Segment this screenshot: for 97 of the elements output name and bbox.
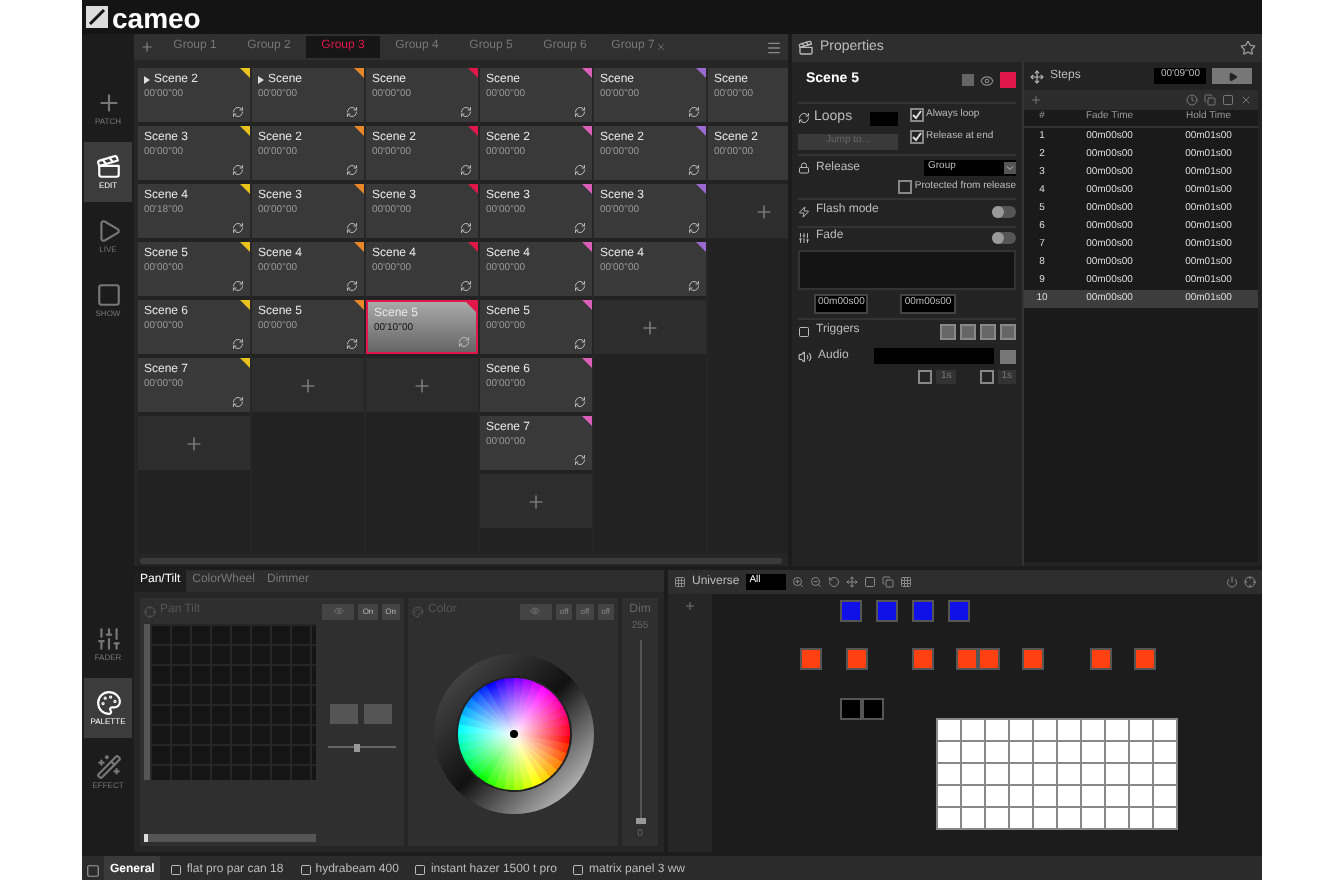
fade-icon: [798, 231, 810, 243]
fixture-square[interactable]: [862, 698, 884, 720]
plus-icon[interactable]: [298, 375, 318, 395]
checkbox[interactable]: [910, 108, 924, 123]
loop-icon: [232, 338, 244, 350]
slider-thumb[interactable]: [354, 743, 361, 751]
loop-icon: [232, 164, 244, 176]
loop-icon: [460, 164, 472, 176]
loop-icon: [688, 280, 700, 292]
eye-icon[interactable]: [530, 606, 541, 616]
star-icon[interactable]: [1240, 40, 1256, 56]
play-button[interactable]: [1212, 68, 1252, 84]
steps-icon: [1030, 69, 1044, 83]
color-swatch[interactable]: [1000, 72, 1016, 88]
browse-button[interactable]: [1000, 349, 1016, 363]
checkbox[interactable]: [910, 129, 924, 144]
plus-icon[interactable]: [754, 201, 774, 221]
fixture-square[interactable]: [912, 648, 934, 670]
loops-field[interactable]: [870, 111, 898, 126]
nav-icon[interactable]: [95, 154, 121, 180]
clock-icon[interactable]: [1186, 94, 1198, 106]
loop-icon: [346, 164, 358, 176]
zoom-out-icon[interactable]: [809, 576, 822, 588]
properties-icon: [798, 40, 814, 56]
matrix-panel-drawing[interactable]: [936, 718, 1178, 830]
fixture-square[interactable]: [840, 698, 862, 720]
loop-icon: [574, 280, 586, 292]
loop-icon: [346, 338, 358, 350]
fixture-square[interactable]: [846, 648, 868, 670]
loop-icon: [460, 222, 472, 234]
play-icon[interactable]: [1227, 71, 1237, 81]
eye-dropdown[interactable]: [519, 603, 552, 619]
fixture-square[interactable]: [800, 648, 822, 670]
fixture-square[interactable]: [978, 648, 1000, 670]
move-icon[interactable]: [845, 576, 858, 588]
loop-icon: [346, 280, 358, 292]
flash-icon: [798, 205, 810, 217]
fixture-square[interactable]: [1022, 648, 1044, 670]
loop-icon: [574, 454, 586, 466]
loop-icon: [574, 338, 586, 350]
loop-icon: [688, 164, 700, 176]
add-step-icon[interactable]: [1030, 94, 1042, 106]
loop-icon: [232, 106, 244, 118]
loop-icon: [346, 222, 358, 234]
color-icon: [412, 605, 424, 617]
loop-icon: [798, 112, 810, 125]
plus-icon[interactable]: [526, 491, 546, 511]
loop-icon: [574, 396, 586, 408]
chevron-icon[interactable]: [1004, 162, 1016, 174]
add-icon[interactable]: [684, 600, 696, 612]
plus-icon[interactable]: [184, 433, 204, 453]
loop-icon: [688, 106, 700, 118]
plus-icon[interactable]: [640, 317, 660, 337]
rotate-icon[interactable]: [827, 576, 840, 588]
fixture-square[interactable]: [1090, 648, 1112, 670]
audio-field[interactable]: [874, 348, 994, 364]
loop-icon: [232, 396, 244, 408]
checkbox[interactable]: [979, 369, 994, 384]
loop-icon: [460, 280, 472, 292]
audio-icon: [798, 349, 812, 363]
color-wheel-drawing[interactable]: [431, 651, 595, 815]
zoom-in-icon[interactable]: [791, 576, 804, 588]
pan-tilt-icon: [144, 605, 156, 617]
fixture-square[interactable]: [1134, 648, 1156, 670]
delete-icon[interactable]: [1240, 94, 1252, 106]
checkbox[interactable]: [918, 369, 933, 384]
loop-icon: [574, 164, 586, 176]
slider-thumb[interactable]: [635, 817, 645, 823]
plus-icon[interactable]: [412, 375, 432, 395]
eye-icon[interactable]: [980, 73, 994, 87]
power-icon[interactable]: [1226, 576, 1238, 588]
loop-icon: [688, 222, 700, 234]
pan-tilt-pad[interactable]: [144, 624, 316, 780]
eye-dropdown[interactable]: [322, 603, 355, 619]
loop-icon: [458, 336, 470, 348]
loop-icon: [574, 222, 586, 234]
logo-text: cameo: [112, 3, 201, 31]
loop-icon: [232, 280, 244, 292]
universe-icon: [674, 576, 686, 588]
checkbox[interactable]: [898, 179, 913, 194]
toggle-switch[interactable]: [992, 205, 1016, 217]
grid-icon[interactable]: [899, 576, 912, 588]
release-icon: [798, 162, 810, 174]
loop-icon: [460, 106, 472, 118]
plus-icon[interactable]: [139, 40, 153, 54]
loop-icon: [232, 222, 244, 234]
toggle-switch[interactable]: [992, 231, 1016, 243]
crosshair-icon[interactable]: [1244, 576, 1256, 588]
copy-icon[interactable]: [1204, 94, 1216, 106]
loop-icon: [346, 106, 358, 118]
loop-icon: [574, 106, 586, 118]
eye-icon[interactable]: [333, 606, 344, 616]
copy-icon[interactable]: [881, 576, 894, 588]
menu-icon[interactable]: [766, 39, 782, 55]
pan-tilt-button[interactable]: [330, 703, 358, 723]
fixture-square[interactable]: [956, 648, 978, 670]
pan-tilt-button[interactable]: [364, 703, 392, 723]
